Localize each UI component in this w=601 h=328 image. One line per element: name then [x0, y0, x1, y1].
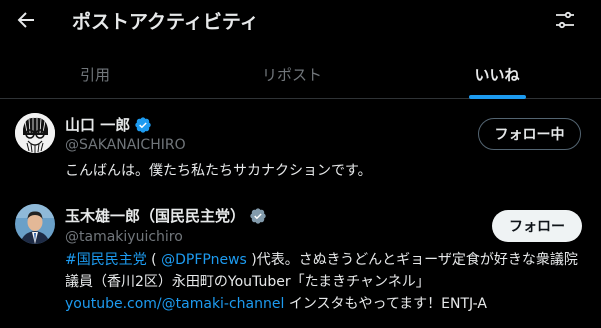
user-cell-sakanaichiro[interactable]: 山口 一郎 @SAKANAICHIRO フォロー中 こんばんは。僕たち私たちサカ…: [0, 108, 601, 188]
follow-button[interactable]: フォロー: [492, 210, 582, 242]
tab-reposts[interactable]: リポスト: [217, 50, 367, 98]
bio-url-link[interactable]: youtube.com/@tamaki-channel: [65, 296, 284, 312]
following-button[interactable]: フォロー中: [478, 118, 581, 150]
verified-gray-badge-icon: [249, 207, 267, 225]
avatar[interactable]: [15, 204, 55, 244]
user-bio: こんばんは。僕たち私たちサカナクションです。: [65, 163, 372, 179]
tab-likes[interactable]: いいね: [422, 50, 572, 98]
top-bar: ポストアクティビティ: [0, 0, 601, 40]
tab-quotes[interactable]: 引用: [20, 50, 170, 98]
back-arrow-icon[interactable]: [14, 8, 38, 32]
user-bio: #国民民主党 ( @DPFPnews )代表。さぬきうどんとギョーザ定食が好きな…: [65, 252, 578, 312]
display-name[interactable]: 玉木雄一郎（国民民主党）: [65, 205, 245, 226]
mention-link[interactable]: @DPFPnews: [161, 252, 247, 268]
sliders-icon[interactable]: [553, 8, 577, 32]
page-title: ポストアクティビティ: [72, 11, 259, 33]
display-name[interactable]: 山口 一郎: [65, 114, 130, 135]
avatar[interactable]: [15, 113, 55, 153]
name-row: 玉木雄一郎（国民民主党）: [65, 205, 267, 226]
tab-bar: 引用 リポスト いいね: [0, 50, 601, 99]
hashtag-link[interactable]: #国民民主党: [65, 252, 147, 268]
user-handle: @SAKANAICHIRO: [65, 137, 186, 153]
verified-badge-icon: [134, 116, 152, 134]
active-tab-indicator: [469, 95, 526, 99]
user-cell-tamakiyuichiro[interactable]: 玉木雄一郎（国民民主党） @tamakiyuichiro フォロー #国民民主党…: [0, 196, 601, 328]
name-row: 山口 一郎: [65, 114, 152, 135]
user-handle: @tamakiyuichiro: [65, 229, 183, 245]
